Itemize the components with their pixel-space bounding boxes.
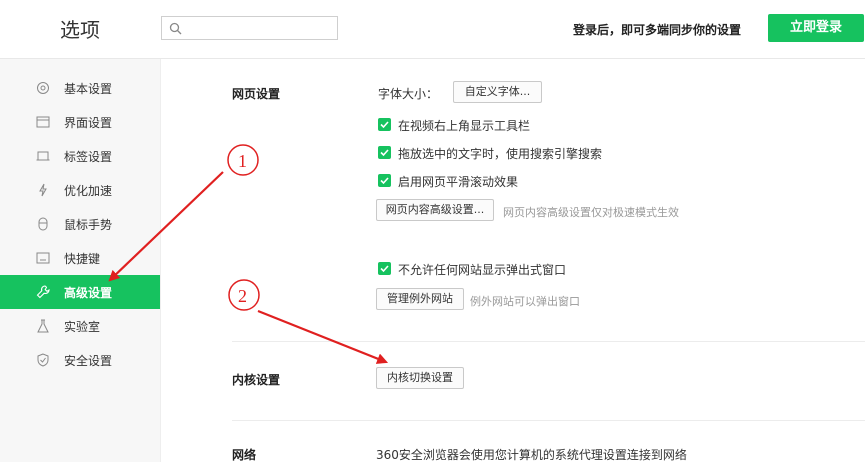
section-divider bbox=[232, 341, 865, 342]
section-label-kernel: 内核设置 bbox=[232, 373, 281, 387]
sidebar-item-label: 基本设置 bbox=[64, 82, 113, 96]
search-icon bbox=[169, 22, 182, 35]
check-icon bbox=[380, 149, 389, 157]
sidebar-item-optimize[interactable]: 优化加速 bbox=[0, 173, 160, 207]
manage-exceptions-button[interactable]: 管理例外网站 bbox=[376, 288, 464, 310]
sidebar-item-interface[interactable]: 界面设置 bbox=[0, 105, 160, 139]
checkbox-label: 启用网页平滑滚动效果 bbox=[398, 175, 519, 189]
sidebar-item-label: 快捷键 bbox=[64, 252, 101, 266]
tab-icon bbox=[36, 151, 50, 161]
wrench-icon bbox=[36, 285, 50, 299]
sidebar-item-label: 安全设置 bbox=[64, 354, 113, 368]
header-bar: 选项 登录后，即可多端同步你的设置 立即登录 bbox=[0, 0, 865, 59]
checkbox-label: 拖放选中的文字时，使用搜索引擎搜索 bbox=[398, 147, 603, 161]
sidebar-item-advanced[interactable]: 高级设置 bbox=[0, 275, 160, 309]
login-hint: 登录后，即可多端同步你的设置 bbox=[573, 23, 742, 37]
checkbox-label: 不允许任何网站显示弹出式窗口 bbox=[398, 263, 567, 277]
annotation-arrow-2 bbox=[257, 309, 389, 364]
lightning-icon bbox=[39, 183, 47, 197]
keyboard-icon bbox=[36, 252, 50, 264]
checkbox-label: 在视频右上角显示工具栏 bbox=[398, 119, 531, 133]
sidebar-item-lab[interactable]: 实验室 bbox=[0, 309, 160, 343]
annotation-mark-2: 2 bbox=[238, 286, 247, 306]
checkbox[interactable] bbox=[378, 146, 391, 159]
sidebar-item-label: 标签设置 bbox=[64, 150, 113, 164]
section-divider bbox=[232, 420, 865, 421]
section-label-network: 网络 bbox=[232, 448, 257, 462]
checkbox[interactable] bbox=[378, 174, 391, 187]
sidebar-item-label: 鼠标手势 bbox=[64, 218, 113, 232]
sidebar-item-label: 优化加速 bbox=[64, 184, 113, 198]
window-icon bbox=[36, 116, 50, 128]
sidebar-item-tabs[interactable]: 标签设置 bbox=[0, 139, 160, 173]
sidebar-item-security[interactable]: 安全设置 bbox=[0, 343, 160, 377]
annotation-mark-1: 1 bbox=[238, 151, 247, 171]
sidebar-item-label: 高级设置 bbox=[64, 286, 113, 300]
annotation-circle-2 bbox=[228, 279, 260, 311]
font-size-label: 字体大小： bbox=[378, 87, 439, 101]
sidebar-item-shortcuts[interactable]: 快捷键 bbox=[0, 241, 160, 275]
sidebar-item-mouse[interactable]: 鼠标手势 bbox=[0, 207, 160, 241]
annotation-circle-1 bbox=[227, 144, 259, 176]
gear-icon bbox=[37, 82, 49, 94]
sidebar-item-label: 实验室 bbox=[64, 320, 101, 334]
checkbox[interactable] bbox=[378, 262, 391, 275]
network-description: 360安全浏览器会使用您计算机的系统代理设置连接到网络 bbox=[376, 448, 687, 462]
page-title: 选项 bbox=[60, 18, 100, 42]
sidebar-item-label: 界面设置 bbox=[64, 116, 113, 130]
section-label-webpage: 网页设置 bbox=[232, 87, 281, 101]
check-icon bbox=[380, 177, 389, 185]
advanced-content-button[interactable]: 网页内容高级设置... bbox=[376, 199, 494, 221]
sidebar-item-basic[interactable]: 基本设置 bbox=[0, 71, 160, 105]
check-icon bbox=[380, 265, 389, 273]
shield-icon bbox=[37, 353, 49, 367]
kernel-switch-button[interactable]: 内核切换设置 bbox=[376, 367, 464, 389]
exceptions-hint: 例外网站可以弹出窗口 bbox=[470, 295, 580, 308]
checkbox[interactable] bbox=[378, 118, 391, 131]
login-button[interactable]: 立即登录 bbox=[768, 14, 864, 42]
mouse-icon bbox=[38, 217, 48, 231]
advanced-content-hint: 网页内容高级设置仅对极速模式生效 bbox=[503, 206, 679, 219]
flask-icon bbox=[37, 319, 49, 333]
check-icon bbox=[380, 121, 389, 129]
search-input[interactable] bbox=[161, 16, 338, 40]
sidebar: 基本设置 界面设置 标签设置 优化加速 鼠标手势 快捷键 高级设置 实验室 安全… bbox=[0, 59, 161, 462]
custom-font-button[interactable]: 自定义字体... bbox=[453, 81, 542, 103]
